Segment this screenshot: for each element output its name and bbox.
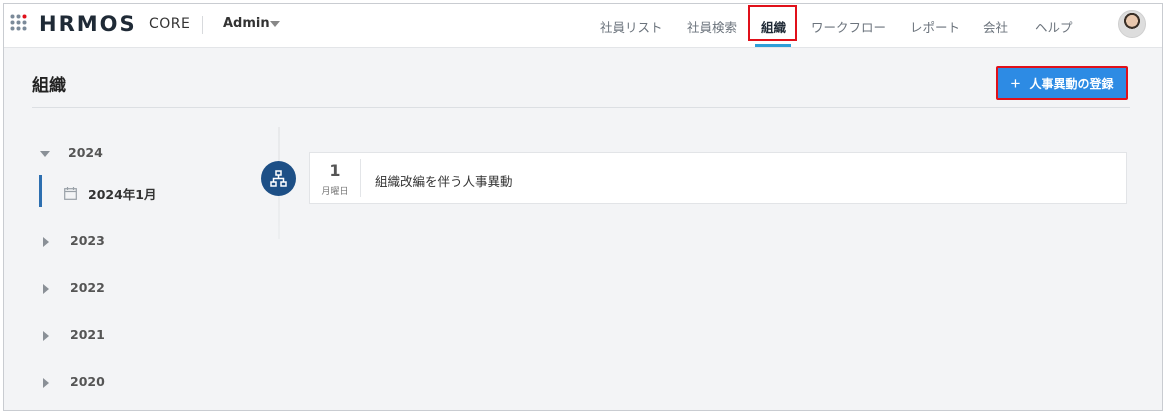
active-tab-indicator (755, 44, 791, 47)
selected-indicator (39, 175, 42, 207)
caret-right-icon (43, 283, 49, 294)
org-chart-icon (261, 161, 296, 196)
nav-help[interactable]: ヘルプ (1035, 17, 1073, 36)
tree-year-2020[interactable]: 2020 (40, 374, 105, 389)
tree-year-label: 2023 (70, 233, 105, 248)
nav-employee-search[interactable]: 社員検索 (687, 17, 737, 36)
nav-employee-list[interactable]: 社員リスト (600, 17, 663, 36)
page-title: 組織 (32, 76, 66, 96)
chevron-down-icon[interactable] (270, 21, 280, 27)
nav-highlight-box (748, 5, 797, 41)
add-personnel-change-button[interactable]: + 人事異動の登録 (996, 66, 1128, 100)
caret-right-icon (43, 330, 49, 341)
event-title[interactable]: 組織改編を伴う人事異動 (375, 171, 513, 190)
tree-month-label: 2024年1月 (88, 187, 157, 202)
tree-year-label: 2020 (70, 374, 105, 389)
event-divider (360, 159, 361, 197)
tree-year-label: 2022 (70, 280, 105, 295)
nav-report[interactable]: レポート (910, 17, 960, 36)
header-divider (202, 16, 203, 34)
nav-company[interactable]: 会社 (983, 17, 1008, 36)
avatar[interactable] (1118, 10, 1146, 38)
tree-year-2022[interactable]: 2022 (40, 280, 105, 295)
app-window: HRMOS CORE Admin 社員リスト 社員検索 組織 ワークフロー レポ… (3, 3, 1163, 411)
add-button-label: 人事異動の登録 (1029, 76, 1114, 91)
grid-icon[interactable] (10, 14, 27, 31)
title-divider (32, 107, 1130, 108)
event-card[interactable]: 1 月曜日 組織改編を伴う人事異動 (309, 152, 1127, 204)
caret-right-icon (43, 236, 49, 247)
tree-year-2024[interactable]: 2024 (40, 145, 103, 160)
tree-year-label: 2021 (70, 327, 105, 342)
tree-month-item[interactable]: 2024年1月 (64, 184, 157, 203)
tree-year-2021[interactable]: 2021 (40, 327, 105, 342)
tree-year-2023[interactable]: 2023 (40, 233, 105, 248)
calendar-icon (64, 187, 77, 200)
caret-down-icon (40, 150, 50, 157)
nav-workflow[interactable]: ワークフロー (811, 17, 886, 36)
tree-year-label: 2024 (68, 145, 103, 160)
caret-right-icon (43, 377, 49, 388)
workspace-selector[interactable]: Admin (223, 16, 270, 31)
app-logo[interactable]: HRMOS (39, 12, 137, 36)
plus-icon: + (1010, 73, 1021, 93)
product-name: CORE (149, 16, 191, 32)
top-header: HRMOS CORE Admin 社員リスト 社員検索 組織 ワークフロー レポ… (4, 4, 1162, 48)
event-day: 1 (329, 161, 341, 180)
event-weekday: 月曜日 (321, 187, 349, 197)
